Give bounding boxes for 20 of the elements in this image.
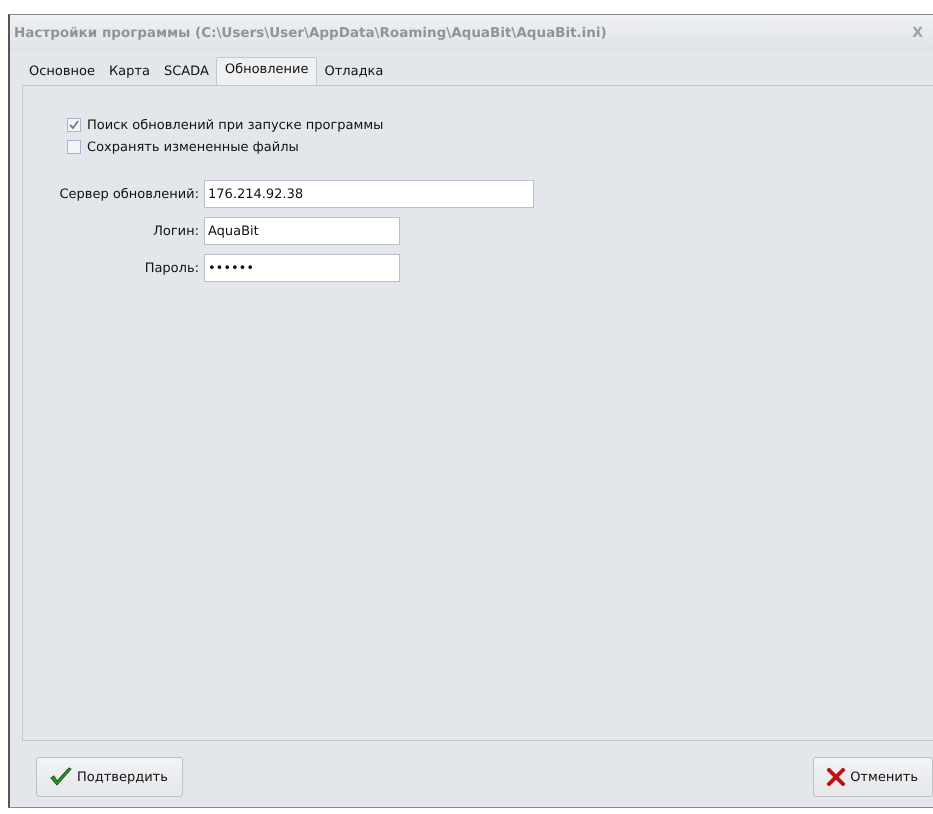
cancel-button[interactable]: Отменить — [813, 757, 933, 797]
input-field[interactable]: •••••• — [204, 254, 400, 282]
checkbox[interactable] — [67, 140, 81, 154]
window-title: Настройки программы (C:\Users\User\AppData\Roaming\AquaBit\AquaBit.ini) — [14, 25, 607, 41]
checkbox[interactable] — [67, 118, 81, 132]
input-field[interactable]: 176.214.92.38 — [204, 180, 534, 208]
field-label: Сервер обновлений: — [58, 186, 199, 202]
tab[interactable]: Отладка — [317, 59, 390, 85]
tab[interactable]: Основное — [22, 59, 102, 85]
field-label: Логин: — [152, 224, 199, 238]
tab[interactable]: SCADA — [156, 59, 216, 85]
tab[interactable]: Обновление — [216, 57, 318, 85]
confirm-button[interactable]: Подтвердить — [36, 757, 183, 797]
close-icon — [826, 767, 846, 787]
input-field[interactable]: AquaBit — [204, 217, 400, 245]
checkbox-label: Поиск обновлений при запуске программы — [87, 118, 384, 132]
checkbox-label: Сохранять измененные файлы — [87, 140, 299, 154]
tab[interactable]: Карта — [102, 59, 157, 85]
field-label: Пароль: — [144, 260, 199, 276]
check-icon — [49, 766, 73, 788]
